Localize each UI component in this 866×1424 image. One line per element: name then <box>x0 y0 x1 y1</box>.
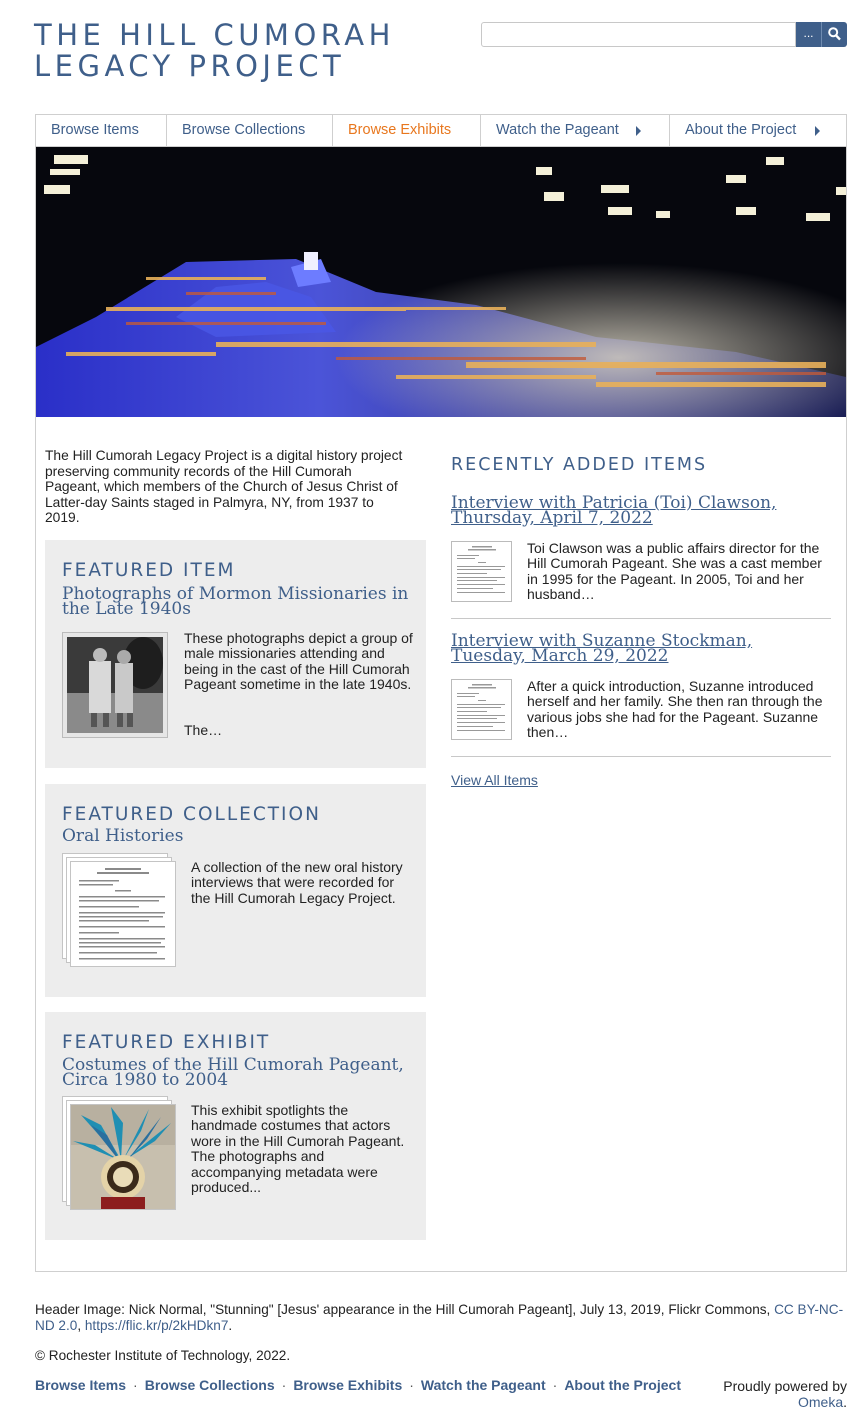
site-title[interactable]: THE HILL CUMORAH LEGACY PROJECT <box>34 20 454 82</box>
powered-by-suffix: . <box>843 1394 847 1410</box>
document-thumbnail <box>457 684 505 731</box>
footer-separator: · <box>133 1377 138 1393</box>
view-all-items-link[interactable]: View All Items <box>451 772 538 788</box>
featured-collection-panel: FEATURED COLLECTION Oral Histories A col… <box>45 784 426 997</box>
site-title-line-2[interactable]: LEGACY PROJECT <box>34 51 454 82</box>
footer-separator: · <box>409 1377 414 1393</box>
featured-collection-title[interactable]: Oral Histories <box>62 828 412 845</box>
recent-item-description: Toi Clawson was a public affairs directo… <box>527 540 822 603</box>
credit-separator: , <box>77 1318 85 1333</box>
featured-exhibit-title[interactable]: Costumes of the Hill Cumorah Pageant, Ci… <box>62 1057 412 1089</box>
featured-collection-heading: FEATURED COLLECTION <box>62 804 321 825</box>
featured-item-description: These photographs depict a group of male… <box>184 630 413 693</box>
header-image <box>36 147 846 417</box>
featured-item-title[interactable]: Photographs of Mormon Missionaries in th… <box>62 586 412 618</box>
recent-item-title[interactable]: Interview with Suzanne Stockman, Tuesday… <box>451 633 831 665</box>
nav-label[interactable]: Browse Exhibits <box>348 122 451 138</box>
header-image-credit: Header Image: Nick Normal, "Stunning" [J… <box>35 1302 845 1334</box>
document-thumbnail <box>457 546 505 593</box>
footer-link-browse-items[interactable]: Browse Items <box>35 1377 126 1393</box>
footer-link-browse-exhibits[interactable]: Browse Exhibits <box>293 1377 402 1393</box>
search-input[interactable] <box>481 22 796 47</box>
featured-collection-thumbnail[interactable] <box>70 861 176 967</box>
powered-by-text: Proudly powered by <box>723 1378 847 1394</box>
divider <box>451 618 831 619</box>
featured-collection-description: A collection of the new oral history int… <box>191 859 403 906</box>
advanced-search-button[interactable]: ... <box>796 22 822 47</box>
footer-separator: · <box>281 1377 287 1393</box>
credit-text: Header Image: Nick Normal, "Stunning" [J… <box>35 1302 775 1317</box>
submenu-arrow-icon[interactable] <box>636 126 641 136</box>
main-nav: Browse Items Browse Collections Browse E… <box>35 114 847 147</box>
recent-item-thumbnail[interactable] <box>451 541 512 602</box>
nav-browse-collections[interactable]: Browse Collections <box>167 115 333 146</box>
footer-link-browse-collections[interactable]: Browse Collections <box>145 1377 275 1393</box>
featured-item-heading: FEATURED ITEM <box>62 560 236 581</box>
nav-browse-exhibits[interactable]: Browse Exhibits <box>333 115 481 146</box>
nav-label[interactable]: About the Project <box>685 122 796 138</box>
featured-exhibit-heading: FEATURED EXHIBIT <box>62 1032 271 1053</box>
flickr-link[interactable]: https://flic.kr/p/2kHDkn7 <box>85 1318 229 1333</box>
footer-nav: Browse Items · Browse Collections · Browse E… <box>35 1377 681 1393</box>
nav-label[interactable]: Browse Items <box>51 122 139 138</box>
featured-item-thumbnail[interactable] <box>62 632 168 738</box>
nav-label[interactable]: Browse Collections <box>182 122 305 138</box>
search-submit-button[interactable] <box>822 22 847 47</box>
search-form: ... <box>481 22 847 47</box>
omeka-link[interactable]: Omeka <box>798 1394 843 1410</box>
headdress-photo <box>71 1105 175 1209</box>
copyright: © Rochester Institute of Technology, 202… <box>35 1348 291 1363</box>
recent-items-heading: RECENTLY ADDED ITEMS <box>451 455 708 475</box>
footer-link-about-the-project[interactable]: About the Project <box>564 1377 681 1393</box>
recent-item-thumbnail[interactable] <box>451 679 512 740</box>
search-icon <box>828 27 841 41</box>
nav-about-the-project[interactable]: About the Project <box>670 115 846 146</box>
submenu-arrow-icon[interactable] <box>815 126 820 136</box>
document-thumbnail <box>79 868 165 960</box>
recent-item-description: After a quick introduction, Suzanne intr… <box>527 678 823 741</box>
featured-exhibit-description: This exhibit spotlights the handmade cos… <box>191 1102 405 1196</box>
featured-exhibit-thumbnail[interactable] <box>70 1104 176 1210</box>
nav-watch-the-pageant[interactable]: Watch the Pageant <box>481 115 670 146</box>
featured-item-more: The… <box>184 722 223 738</box>
nav-browse-items[interactable]: Browse Items <box>36 115 167 146</box>
photo-thumbnail <box>63 633 167 737</box>
featured-exhibit-panel: FEATURED EXHIBIT Costumes of the Hill Cu… <box>45 1012 426 1240</box>
nav-label[interactable]: Watch the Pageant <box>496 122 619 138</box>
site-title-line-1[interactable]: THE HILL CUMORAH <box>34 20 454 51</box>
recent-item-title[interactable]: Interview with Patricia (Toi) Clawson, T… <box>451 495 831 527</box>
footer-separator: · <box>552 1377 558 1393</box>
featured-item-panel: FEATURED ITEM Photographs of Mormon Miss… <box>45 540 426 768</box>
powered-by: Proudly powered by Omeka. <box>697 1378 847 1410</box>
credit-end: . <box>228 1318 233 1333</box>
footer-link-watch-the-pageant[interactable]: Watch the Pageant <box>421 1377 546 1393</box>
intro-text: The Hill Cumorah Legacy Project is a dig… <box>45 448 403 526</box>
divider <box>451 756 831 757</box>
